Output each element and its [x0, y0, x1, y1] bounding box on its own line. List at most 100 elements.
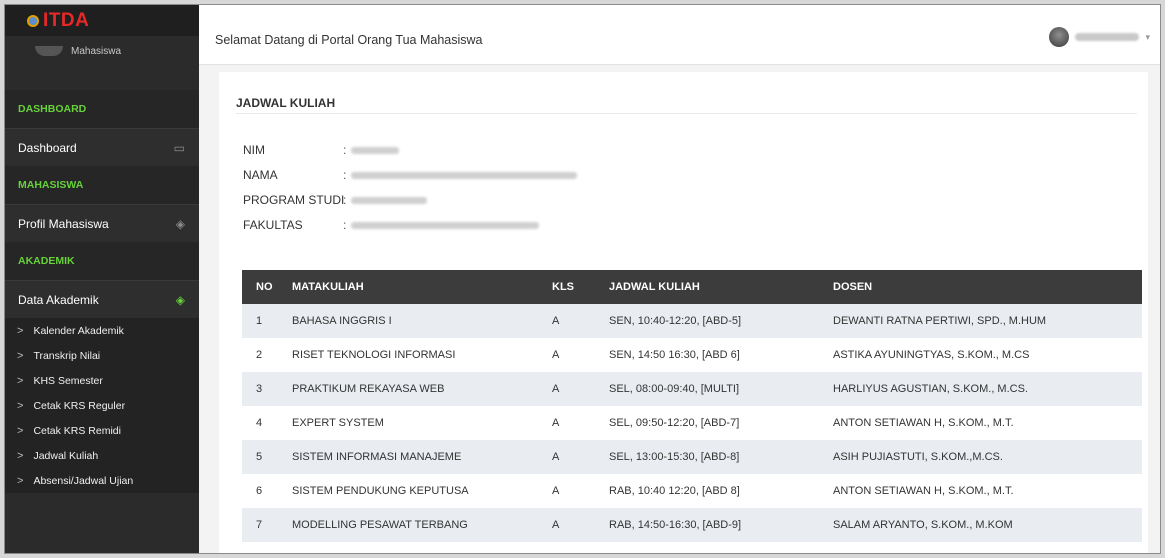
brand-name: ITDA	[43, 9, 90, 31]
col-header-matakuliah: MATAKULIAH	[292, 270, 552, 304]
table-row: 2 RISET TEKNOLOGI INFORMASI A SEN, 14:50…	[242, 338, 1142, 372]
avatar	[35, 46, 63, 56]
submenu-khs-semester[interactable]: > KHS Semester	[5, 368, 199, 393]
cell-dosen: HARLIYUS AGUSTIAN, S.KOM., M.CS.	[833, 372, 1142, 406]
cell-matakuliah: EXPERT SYSTEM	[292, 406, 552, 440]
cell-matakuliah: SISTEM INFORMASI MANAJEME	[292, 440, 552, 474]
field-nim: NIM :	[243, 143, 399, 157]
table-row: 1 BAHASA INGGRIS I A SEN, 10:40-12:20, […	[242, 304, 1142, 338]
field-label: NAMA	[243, 168, 278, 182]
cell-kls: A	[552, 406, 609, 440]
chevron-right-icon: >	[17, 424, 24, 437]
logo-emblem-icon	[27, 14, 39, 27]
cell-kls: A	[552, 474, 609, 508]
cell-kls: A	[552, 508, 609, 542]
col-header-jadwal: JADWAL KULIAH	[609, 270, 833, 304]
sidebar-item-label: Dashboard	[18, 140, 77, 155]
section-mahasiswa: MAHASISWA	[5, 166, 199, 204]
cell-dosen: SALAM ARYANTO, S.KOM., M.KOM	[833, 508, 1142, 542]
cell-dosen: ANTON SETIAWAN H, S.KOM., M.T.	[833, 474, 1142, 508]
submenu-jadwal-kuliah[interactable]: > Jadwal Kuliah	[5, 443, 199, 468]
cell-no: 3	[242, 372, 292, 406]
cell-matakuliah: PRAKTIKUM REKAYASA WEB	[292, 372, 552, 406]
table-header-row: NO MATAKULIAH KLS JADWAL KULIAH DOSEN	[242, 270, 1142, 304]
submenu-kalender-akademik[interactable]: > Kalender Akademik	[5, 318, 199, 343]
cell-jadwal: SEL, 08:00-09:40, [MULTI]	[609, 372, 833, 406]
submenu-cetak-krs-reguler[interactable]: > Cetak KRS Reguler	[5, 393, 199, 418]
table-row: 3 PRAKTIKUM REKAYASA WEB A SEL, 08:00-09…	[242, 372, 1142, 406]
submenu-cetak-krs-remidi[interactable]: > Cetak KRS Remidi	[5, 418, 199, 443]
welcome-text: Selamat Datang di Portal Orang Tua Mahas…	[215, 33, 483, 47]
col-header-dosen: DOSEN	[833, 270, 1142, 304]
sidebar-item-label: Data Akademik	[18, 292, 99, 307]
chevron-right-icon: >	[17, 349, 24, 362]
field-value-redacted	[351, 197, 427, 204]
sidebar-item-label: Profil Mahasiswa	[18, 216, 109, 231]
field-label: PROGRAM STUDI	[243, 193, 345, 207]
avatar	[1049, 27, 1070, 47]
brand-logo[interactable]: ITDA	[5, 5, 199, 36]
sidebar-item-dashboard[interactable]: Dashboard ▭	[5, 128, 199, 166]
field-colon: :	[343, 218, 347, 232]
table-row: 7 MODELLING PESAWAT TERBANG A RAB, 14:50…	[242, 508, 1142, 542]
user-name-redacted	[1075, 33, 1140, 41]
field-colon: :	[343, 193, 347, 207]
submenu-label: Absensi/Jadwal Ujian	[33, 474, 134, 487]
cell-jadwal: SEL, 09:50-12:20, [ABD-7]	[609, 406, 833, 440]
section-dashboard: DASHBOARD	[5, 90, 199, 128]
sidebar-item-data-akademik[interactable]: Data Akademik ◈	[5, 280, 199, 318]
cell-dosen: ASIH PUJIASTUTI, S.KOM.,M.CS.	[833, 440, 1142, 474]
cell-jadwal: RAB, 10:40 12:20, [ABD 8]	[609, 474, 833, 508]
submenu-label: Cetak KRS Remidi	[33, 424, 121, 437]
table-row: 5 SISTEM INFORMASI MANAJEME A SEL, 13:00…	[242, 440, 1142, 474]
chevron-down-icon: ▾	[1145, 31, 1150, 42]
cell-dosen: ANTON SETIAWAN H, S.KOM., M.T.	[833, 406, 1142, 440]
table-row: 4 EXPERT SYSTEM A SEL, 09:50-12:20, [ABD…	[242, 406, 1142, 440]
chevron-right-icon: >	[17, 399, 24, 412]
col-header-no: NO	[242, 270, 292, 304]
submenu-label: KHS Semester	[33, 374, 103, 387]
cell-dosen: DEWANTI RATNA PERTIWI, SPD., M.HUM	[833, 304, 1142, 338]
content-panel: JADWAL KULIAH NIM : NAMA : PROGRAM STUDI…	[219, 72, 1148, 553]
field-value-redacted	[351, 222, 539, 229]
top-header: Selamat Datang di Portal Orang Tua Mahas…	[199, 5, 1160, 65]
cell-jadwal: SEN, 14:50 16:30, [ABD 6]	[609, 338, 833, 372]
cell-no: 5	[242, 440, 292, 474]
submenu-transkrip-nilai[interactable]: > Transkrip Nilai	[5, 343, 199, 368]
browser-frame: ITDA Mahasiswa DASHBOARD Dashboard ▭ MAH…	[4, 4, 1161, 554]
col-header-kls: KLS	[552, 270, 609, 304]
cell-no: 6	[242, 474, 292, 508]
layers-icon: ◈	[175, 292, 185, 307]
chevron-right-icon: >	[17, 449, 24, 462]
page-title: JADWAL KULIAH	[236, 96, 336, 110]
field-value-redacted	[351, 172, 577, 179]
cell-jadwal: SEN, 10:40-12:20, [ABD-5]	[609, 304, 833, 338]
monitor-icon: ▭	[173, 140, 185, 155]
table-row: 6 SISTEM PENDUKUNG KEPUTUSA A RAB, 10:40…	[242, 474, 1142, 508]
cell-no: 4	[242, 406, 292, 440]
schedule-table: NO MATAKULIAH KLS JADWAL KULIAH DOSEN 1 …	[242, 270, 1142, 542]
field-label: FAKULTAS	[243, 218, 303, 232]
cell-kls: A	[552, 304, 609, 338]
cell-no: 1	[242, 304, 292, 338]
chevron-right-icon: >	[17, 474, 24, 487]
cell-matakuliah: MODELLING PESAWAT TERBANG	[292, 508, 552, 542]
cell-kls: A	[552, 440, 609, 474]
chevron-right-icon: >	[17, 374, 24, 387]
field-label: NIM	[243, 143, 265, 157]
divider	[236, 113, 1137, 114]
sidebar-user: Mahasiswa	[5, 36, 199, 90]
sidebar: ITDA Mahasiswa DASHBOARD Dashboard ▭ MAH…	[5, 5, 199, 553]
section-akademik: AKADEMIK	[5, 242, 199, 280]
layers-icon: ◈	[175, 216, 185, 231]
field-value-redacted	[351, 147, 399, 154]
cell-jadwal: RAB, 14:50-16:30, [ABD-9]	[609, 508, 833, 542]
submenu-label: Cetak KRS Reguler	[33, 399, 126, 412]
field-colon: :	[343, 143, 347, 157]
cell-no: 7	[242, 508, 292, 542]
sidebar-item-profil[interactable]: Profil Mahasiswa ◈	[5, 204, 199, 242]
field-program-studi: PROGRAM STUDI :	[243, 193, 427, 207]
cell-matakuliah: SISTEM PENDUKUNG KEPUTUSA	[292, 474, 552, 508]
user-menu[interactable]: ▾	[1049, 27, 1150, 47]
submenu-absensi-jadwal-ujian[interactable]: > Absensi/Jadwal Ujian	[5, 468, 199, 493]
